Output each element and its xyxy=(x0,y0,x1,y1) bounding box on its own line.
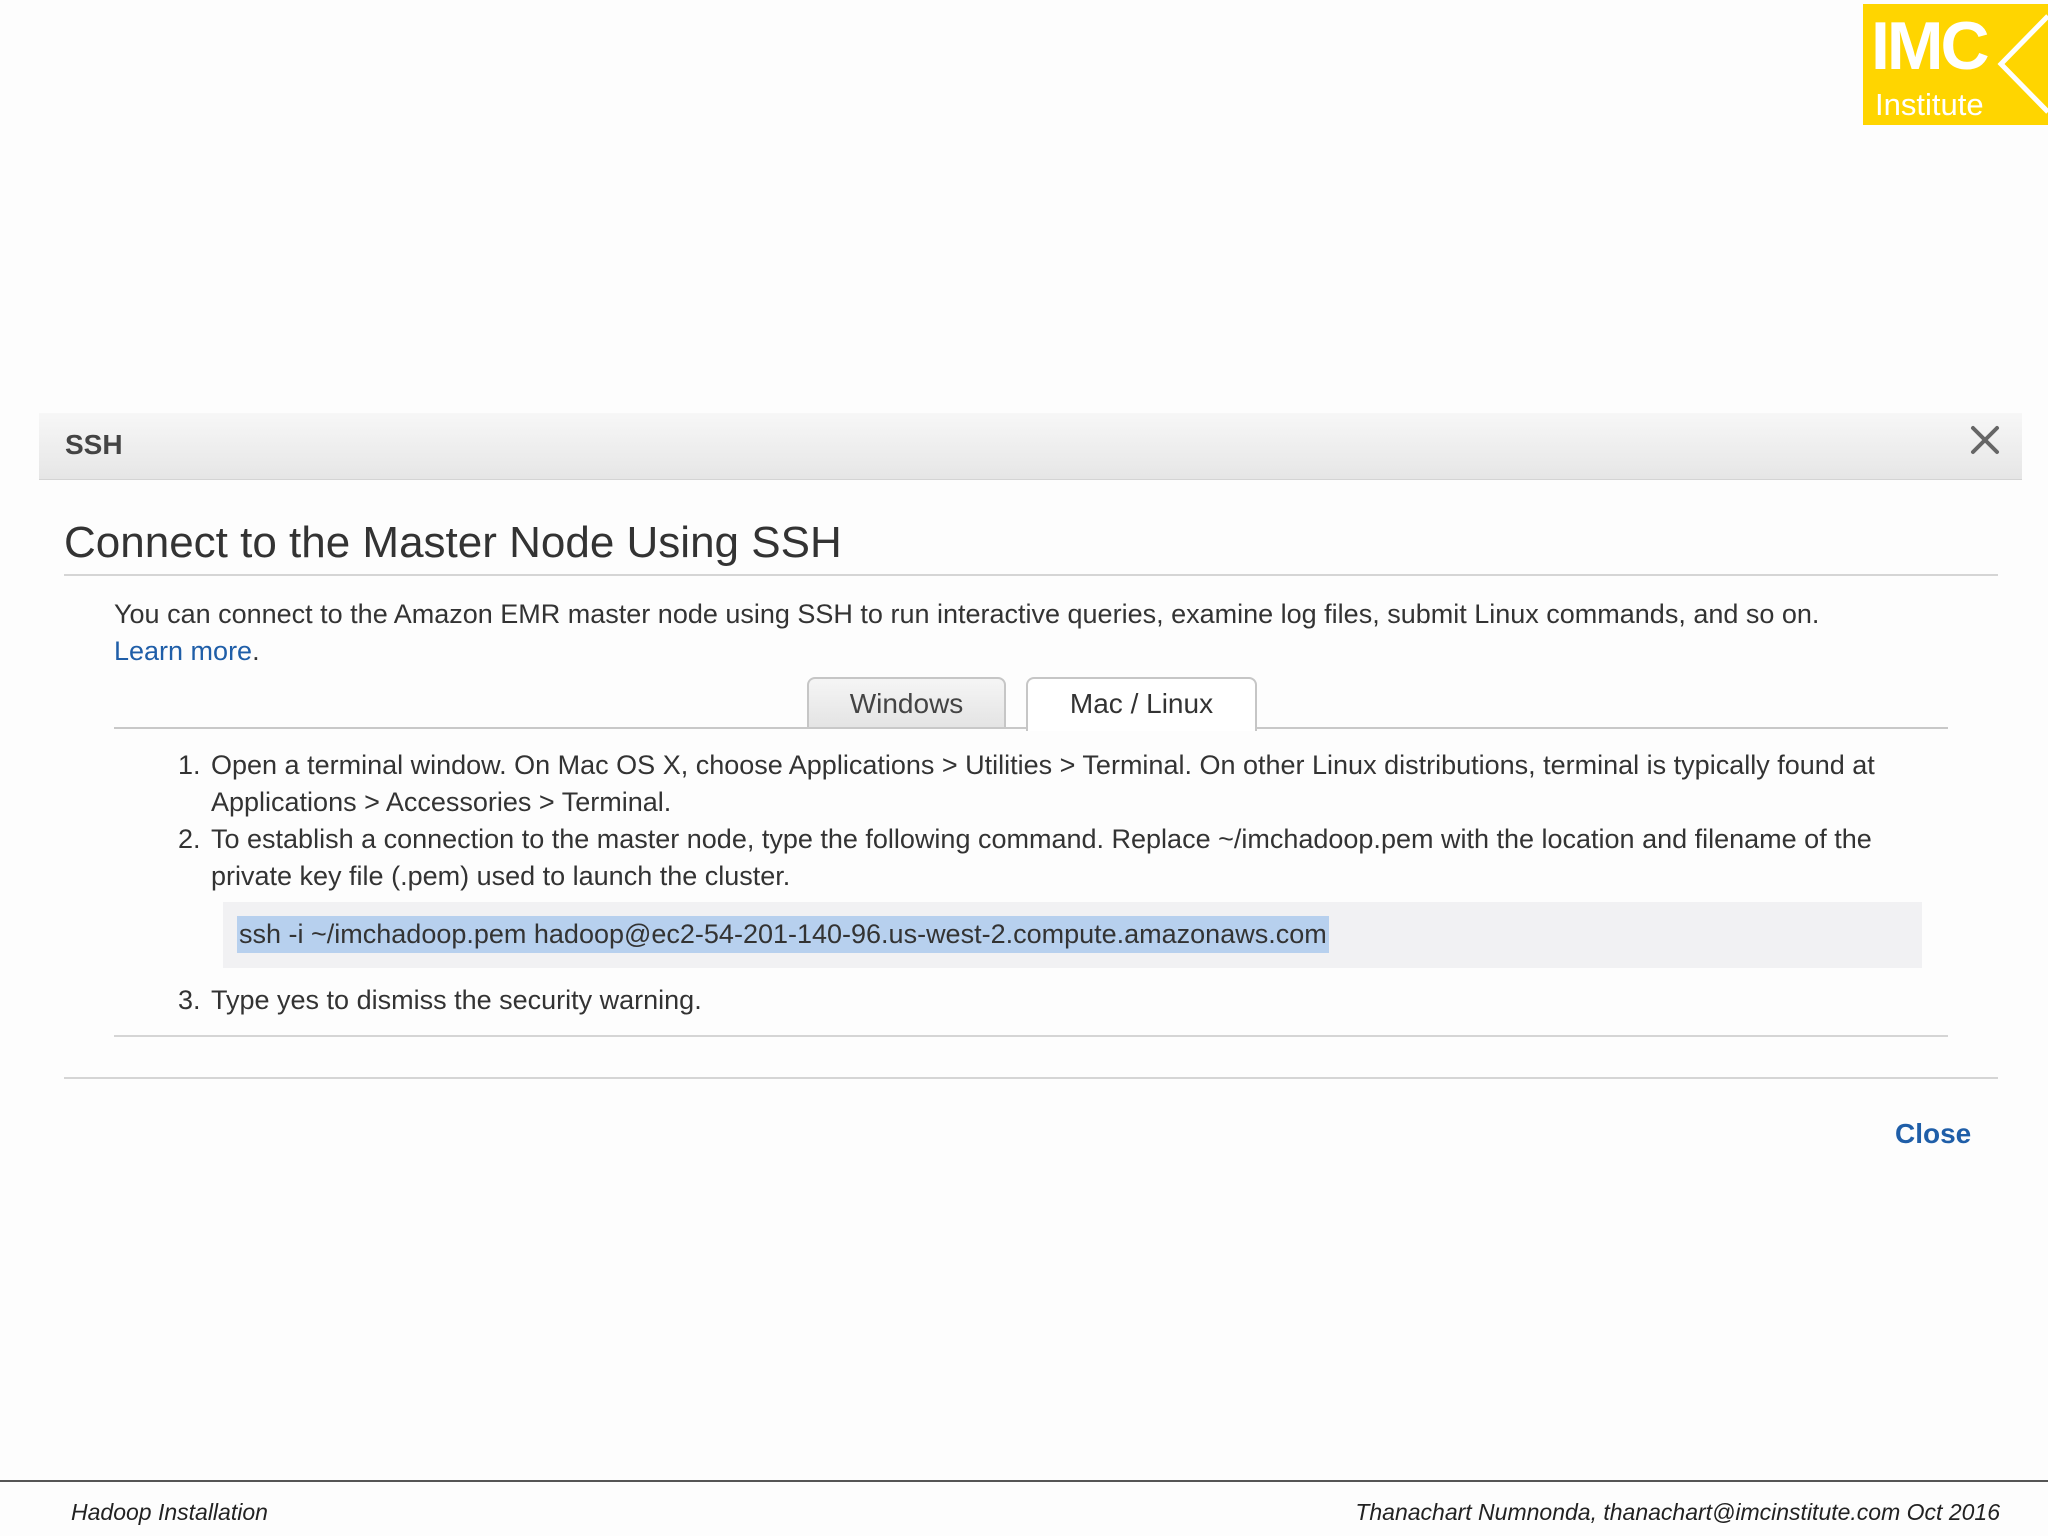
ssh-command-box[interactable]: ssh -i ~/imchadoop.pem hadoop@ec2-54-201… xyxy=(223,902,1922,968)
content-divider xyxy=(114,1035,1948,1037)
step-text: Type yes to dismiss the security warning… xyxy=(211,985,702,1015)
close-button[interactable]: Close xyxy=(1895,1118,1971,1150)
step-text: Open a terminal window. On Mac OS X, cho… xyxy=(211,750,1875,817)
learn-more-link[interactable]: Learn more xyxy=(114,636,252,666)
step-1: 1. Open a terminal window. On Mac OS X, … xyxy=(178,747,1928,821)
step-number: 1. xyxy=(178,750,201,780)
close-x-icon[interactable] xyxy=(1965,420,2005,460)
dialog-heading: Connect to the Master Node Using SSH xyxy=(64,518,842,567)
heading-divider xyxy=(64,574,1998,576)
dialog-header: SSH xyxy=(39,413,2022,480)
intro-text: You can connect to the Amazon EMR master… xyxy=(114,599,1820,629)
ssh-command-text[interactable]: ssh -i ~/imchadoop.pem hadoop@ec2-54-201… xyxy=(237,916,1329,953)
slide-footer-rule xyxy=(0,1480,2048,1482)
logo-word: IMC xyxy=(1871,8,1990,84)
step-number: 2. xyxy=(178,824,201,854)
learn-more-suffix: . xyxy=(252,636,260,666)
dialog-header-title: SSH xyxy=(65,429,123,460)
slide-footer-author: Thanachart Numnonda, thanachart@imcinsti… xyxy=(1355,1499,2000,1525)
imc-institute-logo: IMC Institute xyxy=(1863,4,2048,125)
slide-footer-title: Hadoop Installation xyxy=(71,1499,268,1525)
instruction-steps: 1. Open a terminal window. On Mac OS X, … xyxy=(178,747,1928,895)
step-3: 3. Type yes to dismiss the security warn… xyxy=(178,982,1928,1019)
tab-windows[interactable]: Windows xyxy=(807,677,1006,727)
step-2: 2. To establish a connection to the mast… xyxy=(178,821,1928,895)
tab-mac-linux[interactable]: Mac / Linux xyxy=(1026,677,1257,731)
step-number: 3. xyxy=(178,985,201,1015)
step-text: To establish a connection to the master … xyxy=(211,824,1872,891)
slide-page: IMC Institute SSH Connect to the Master … xyxy=(0,0,2048,1536)
dialog-footer-divider xyxy=(64,1077,1998,1079)
logo-subtitle: Institute xyxy=(1875,87,1984,122)
intro-paragraph: You can connect to the Amazon EMR master… xyxy=(114,596,1994,670)
